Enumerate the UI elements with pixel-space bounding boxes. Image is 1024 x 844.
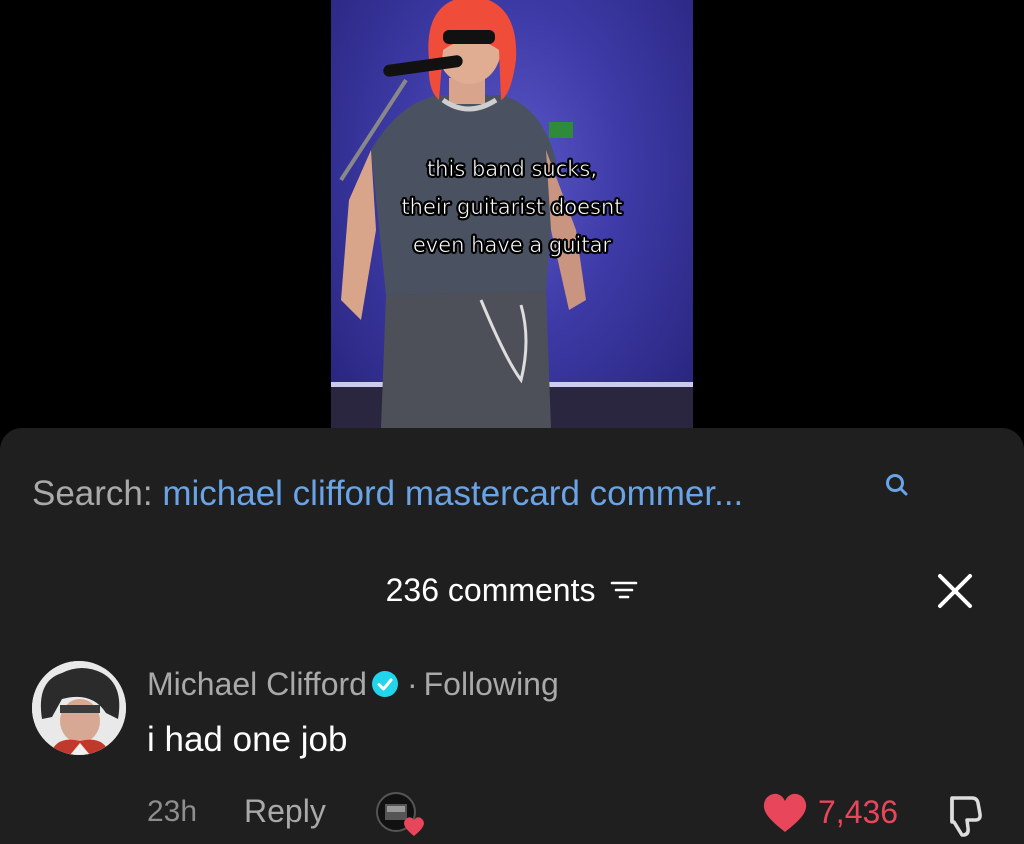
- comment-author[interactable]: Michael Clifford: [147, 666, 367, 702]
- search-label: Search:: [32, 474, 153, 513]
- comment-header: Michael Clifford · Following: [147, 666, 559, 703]
- avatar-image: [32, 661, 126, 755]
- close-icon[interactable]: [936, 572, 974, 610]
- comments-count: 236 comments: [385, 572, 596, 608]
- heart-icon[interactable]: [762, 792, 808, 834]
- verified-icon: [371, 670, 398, 697]
- reply-button[interactable]: Reply: [244, 793, 326, 830]
- like-count: 7,436: [818, 794, 899, 830]
- filter-icon[interactable]: [610, 578, 638, 602]
- search-query-link[interactable]: michael clifford mastercard commer...: [162, 474, 743, 513]
- comments-header: 236 comments: [0, 572, 1024, 609]
- comments-sheet: Search: michael clifford mastercard comm…: [0, 428, 1024, 844]
- following-label: Following: [423, 666, 559, 702]
- video-frame[interactable]: this band sucks, their guitarist doesnt …: [331, 0, 693, 428]
- video-caption: this band sucks, their guitarist doesnt …: [331, 150, 693, 264]
- comment-time: 23h: [147, 795, 198, 828]
- creator-liked-icon: [376, 792, 424, 836]
- search-icon[interactable]: [884, 472, 910, 498]
- separator-dot: ·: [406, 666, 418, 702]
- caption-line: this band sucks,: [426, 157, 598, 182]
- dislike-icon[interactable]: [938, 792, 984, 838]
- caption-line: even have a guitar: [412, 233, 612, 258]
- avatar[interactable]: [32, 661, 126, 755]
- search-suggestion[interactable]: Search: michael clifford mastercard comm…: [32, 474, 743, 514]
- comment-text: i had one job: [147, 720, 348, 759]
- caption-line: their guitarist doesnt: [401, 195, 623, 220]
